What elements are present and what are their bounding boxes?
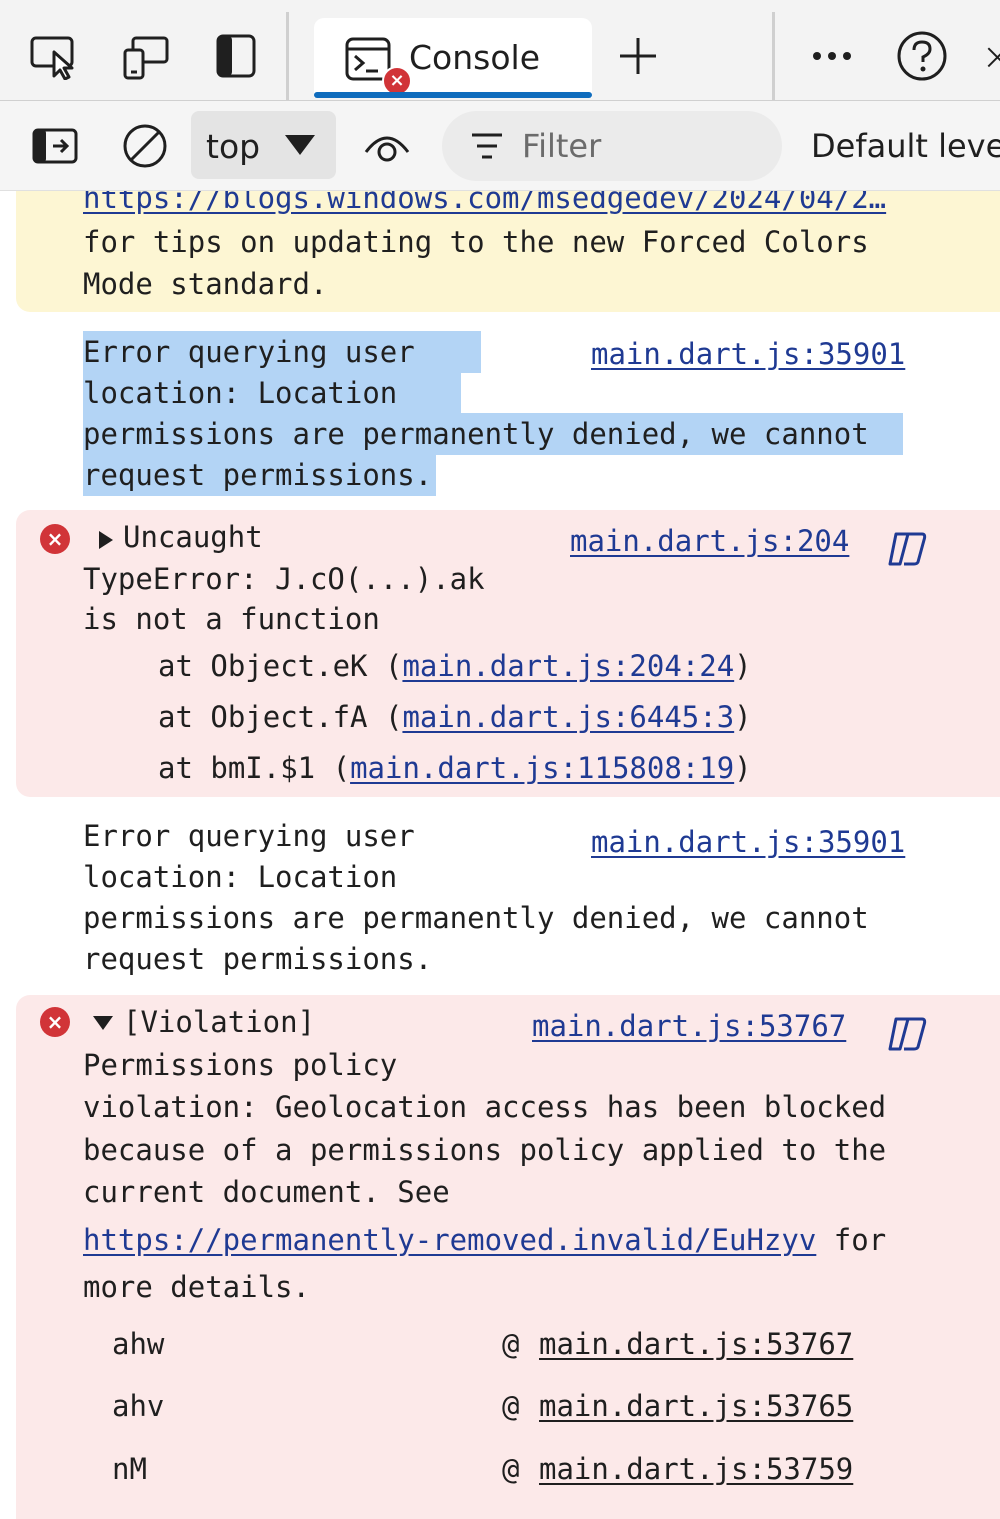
filter-input[interactable]: [520, 123, 764, 169]
live-expression-eye-icon[interactable]: [362, 121, 412, 171]
clear-console-icon[interactable]: [120, 121, 170, 171]
console-messages: https://blogs.windows.com/msedgedev/2024…: [0, 191, 1000, 1519]
context-selector[interactable]: top: [191, 111, 336, 179]
active-tab-indicator: [314, 92, 592, 98]
log-text-line: request permissions.: [83, 454, 437, 496]
source-link[interactable]: main.dart.js:35901: [591, 825, 905, 859]
log-text-line: Error querying user: [83, 331, 481, 373]
collapse-triangle-icon[interactable]: [92, 1015, 114, 1035]
close-devtools-icon[interactable]: [974, 28, 1000, 84]
error-text-line: is not a function: [83, 602, 380, 636]
stack-frame: at Object.eK (main.dart.js:204:24): [158, 649, 752, 683]
dock-panel-icon[interactable]: [208, 28, 264, 84]
frame-link[interactable]: main.dart.js:53759: [539, 1452, 853, 1486]
warning-text-line: for tips on updating to the new Forced C…: [83, 225, 869, 259]
tab-label: Console: [409, 38, 541, 77]
log-levels-dropdown[interactable]: Default levels: [811, 127, 1000, 165]
warning-text-line: Mode standard.: [83, 267, 328, 301]
error-icon: ×: [40, 1007, 70, 1037]
tab-console[interactable]: × Console: [314, 18, 592, 98]
tab-separator: [772, 12, 775, 100]
filter-icon: [470, 131, 504, 165]
frame-name: nM: [112, 1452, 147, 1486]
source-link[interactable]: main.dart.js:35901: [591, 337, 905, 371]
frame-link[interactable]: main.dart.js:53765: [539, 1389, 853, 1423]
source-link[interactable]: main.dart.js:204: [570, 524, 849, 558]
error-message: × Uncaught TypeError: J.cO(...).ak is no…: [16, 510, 1000, 797]
show-sidebar-icon[interactable]: [30, 121, 80, 171]
filter-box[interactable]: [442, 111, 782, 181]
frame-link[interactable]: main.dart.js:53767: [539, 1327, 853, 1361]
error-text-line: TypeError: J.cO(...).ak: [83, 562, 485, 596]
error-text-line: more details.: [83, 1270, 310, 1304]
dropdown-arrow-icon: [283, 133, 317, 161]
log-text-line: permissions are permanently denied, we c…: [83, 413, 903, 455]
inspect-element-icon[interactable]: [26, 28, 82, 84]
copilot-explain-icon[interactable]: [886, 530, 928, 572]
devtools-tab-bar: × Console: [0, 0, 1000, 101]
stack-frame-link[interactable]: main.dart.js:115808:19: [350, 751, 734, 785]
log-text-line: request permissions.: [83, 942, 433, 976]
add-tab-icon[interactable]: [610, 28, 666, 84]
frame-name: ahw: [112, 1327, 165, 1361]
log-text-line: location: Location: [83, 372, 461, 414]
stack-frame: at bmI.$1 (main.dart.js:115808:19): [158, 751, 752, 785]
error-text-line: current document. See: [83, 1175, 450, 1209]
stack-frame-link[interactable]: main.dart.js:204:24: [402, 649, 734, 683]
policy-link[interactable]: https://permanently-removed.invalid/EuHz…: [83, 1223, 816, 1257]
error-text-line: violation: Geolocation access has been b…: [83, 1090, 887, 1124]
tab-separator: [286, 12, 289, 100]
log-text-line: Error querying user: [83, 819, 415, 853]
warning-message: https://blogs.windows.com/msedgedev/2024…: [16, 191, 1000, 312]
log-message: Error querying user location: Location p…: [16, 321, 1000, 501]
error-text-line: [Violation]: [123, 1005, 316, 1039]
frame-at: @: [502, 1327, 520, 1361]
context-value: top: [206, 127, 261, 166]
device-emulation-icon[interactable]: [117, 28, 173, 84]
log-message: Error querying user location: Location p…: [16, 805, 1000, 985]
error-text-line: Permissions policy: [83, 1048, 398, 1082]
copilot-explain-icon[interactable]: [886, 1015, 928, 1057]
log-text-line: location: Location: [83, 860, 398, 894]
expand-triangle-icon[interactable]: [98, 530, 114, 554]
log-text-line: permissions are permanently denied, we c…: [83, 901, 869, 935]
frame-at: @: [502, 1452, 520, 1486]
error-icon: ×: [40, 524, 70, 554]
error-text-line: Uncaught: [123, 520, 263, 554]
stack-frame: at Object.fA (main.dart.js:6445:3): [158, 700, 752, 734]
console-toolbar: top Default levels: [0, 101, 1000, 191]
stack-frame-link[interactable]: main.dart.js:6445:3: [402, 700, 734, 734]
frame-name: ahv: [112, 1389, 165, 1423]
error-text-line: because of a permissions policy applied …: [83, 1133, 887, 1167]
source-link[interactable]: main.dart.js:53767: [532, 1009, 846, 1043]
help-icon[interactable]: [894, 28, 950, 84]
warning-link[interactable]: https://blogs.windows.com/msedgedev/2024…: [83, 191, 886, 215]
frame-at: @: [502, 1389, 520, 1423]
more-options-icon[interactable]: [804, 28, 860, 84]
error-message: × [Violation] Permissions policy violati…: [16, 995, 1000, 1519]
error-text-line: https://permanently-removed.invalid/EuHz…: [83, 1223, 887, 1257]
